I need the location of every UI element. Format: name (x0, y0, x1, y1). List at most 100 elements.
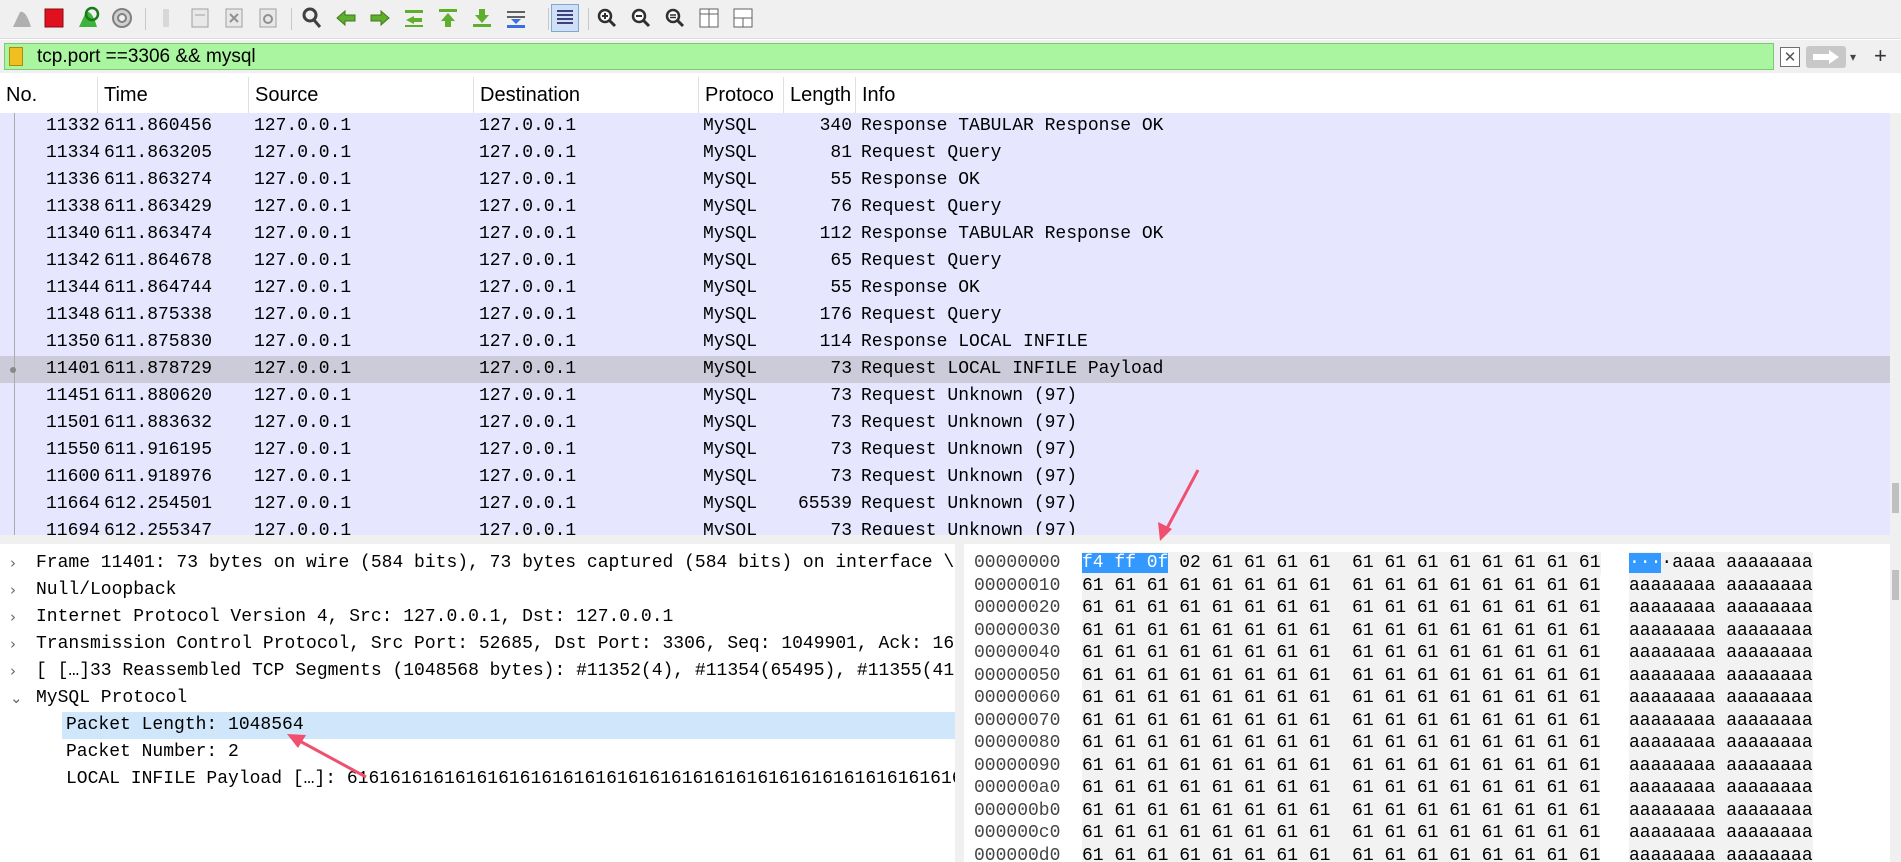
hex-offset: 00000090 (974, 755, 1061, 776)
hex-bytes: f4 ff 0f 02 61 61 61 61 61 61 61 61 61 6… (1082, 552, 1601, 575)
packet-row[interactable]: 11344 611.864744 127.0.0.1 127.0.0.1 MySQL 55… (0, 275, 1890, 302)
packet-length: 340 (819, 116, 852, 136)
find-packet-icon[interactable] (298, 4, 326, 32)
column-header-info[interactable]: Info (856, 77, 1890, 113)
resize-columns-icon[interactable] (695, 4, 723, 32)
packet-length: 65 (830, 251, 852, 271)
packet-protocol: MySQL (703, 494, 758, 514)
packet-row[interactable]: 11501 611.883632 127.0.0.1 127.0.0.1 MySQL 73… (0, 410, 1890, 437)
packet-length: 73 (830, 467, 852, 487)
column-header-time[interactable]: Time (98, 77, 249, 113)
packet-row[interactable]: 11550 611.916195 127.0.0.1 127.0.0.1 MySQL 73… (0, 437, 1890, 464)
packet-protocol: MySQL (703, 359, 758, 379)
apply-filter-button[interactable] (1806, 46, 1846, 68)
column-header-length[interactable]: Length (784, 77, 856, 113)
detail-text: Null/Loopback (36, 580, 177, 600)
zoom-out-icon[interactable] (627, 4, 655, 32)
detail-tree-item[interactable]: › [ […]33 Reassembled TCP Segments (10485… (0, 658, 955, 685)
filter-history-dropdown[interactable]: ▾ (1850, 50, 1856, 64)
open-file-icon[interactable] (152, 4, 180, 32)
restart-capture-icon[interactable] (74, 4, 102, 32)
capture-options-icon[interactable] (108, 4, 136, 32)
packet-row[interactable]: 11600 611.918976 127.0.0.1 127.0.0.1 MySQL 73… (0, 464, 1890, 491)
packet-row[interactable]: 11401 611.878729 127.0.0.1 127.0.0.1 MySQL 73… (0, 356, 1890, 383)
clear-filter-button[interactable]: ✕ (1780, 47, 1800, 67)
go-forward-icon[interactable] (366, 4, 394, 32)
hex-bytes: 61 61 61 61 61 61 61 61 61 61 61 61 61 6… (1082, 799, 1601, 822)
packet-row[interactable]: 11350 611.875830 127.0.0.1 127.0.0.1 MySQL 11… (0, 329, 1890, 356)
stop-capture-icon[interactable] (40, 4, 68, 32)
go-first-icon[interactable] (434, 4, 462, 32)
packet-row[interactable]: 11334 611.863205 127.0.0.1 127.0.0.1 MySQL 81… (0, 140, 1890, 167)
column-header-destination[interactable]: Destination (474, 77, 699, 113)
layout-icon[interactable] (729, 4, 757, 32)
detail-tree-item[interactable]: ⌄ MySQL Protocol (0, 685, 955, 712)
packet-source: 127.0.0.1 (254, 332, 352, 352)
packet-info: Request LOCAL INFILE Payload (861, 359, 1164, 379)
packet-protocol: MySQL (703, 332, 758, 352)
go-last-icon[interactable] (468, 4, 496, 32)
filter-text[interactable]: tcp.port ==3306 && mysql (37, 46, 256, 68)
expand-arrow-icon[interactable]: › (10, 604, 26, 631)
packet-row[interactable]: 11338 611.863429 127.0.0.1 127.0.0.1 MySQL 76… (0, 194, 1890, 221)
hex-bytes-text: 02 61 61 61 61 61 61 61 61 61 61 61 61 (1168, 553, 1601, 573)
packet-row[interactable]: 11451 611.880620 127.0.0.1 127.0.0.1 MySQL 73… (0, 383, 1890, 410)
expand-arrow-icon[interactable]: › (10, 658, 26, 685)
packet-row[interactable]: 11340 611.863474 127.0.0.1 127.0.0.1 MySQL 11… (0, 221, 1890, 248)
packet-length: 176 (819, 305, 852, 325)
packet-row[interactable]: 11664 612.254501 127.0.0.1 127.0.0.1 MySQL 65… (0, 491, 1890, 518)
colorize-icon[interactable] (551, 4, 579, 32)
packet-row[interactable]: 11336 611.863274 127.0.0.1 127.0.0.1 MySQL 55… (0, 167, 1890, 194)
packet-time: 611.875338 (104, 305, 213, 325)
hex-bytes-text: 61 61 61 61 61 61 61 61 61 61 61 61 61 6… (1082, 778, 1601, 798)
ascii-bytes: aaaaaaaa aaaaaaaa (1629, 597, 1813, 620)
detail-text: Packet Number: 2 (66, 742, 239, 762)
expand-arrow-icon[interactable]: › (10, 550, 26, 577)
close-file-icon[interactable] (220, 4, 248, 32)
zoom-normal-icon[interactable] (661, 4, 689, 32)
hex-bytes-text: 61 61 61 61 61 61 61 61 61 61 61 61 61 6… (1082, 620, 1601, 641)
packet-source: 127.0.0.1 (254, 116, 352, 136)
column-header-no[interactable]: No. (0, 77, 98, 113)
detail-tree-item[interactable]: › Null/Loopback (0, 577, 955, 604)
packet-row[interactable]: 11332 611.860456 127.0.0.1 127.0.0.1 MySQL 34… (0, 113, 1890, 140)
packet-list-scrollbar[interactable] (1890, 113, 1901, 535)
bytes-scrollbar[interactable] (1890, 544, 1901, 862)
hex-bytes-text: 61 61 61 61 61 61 61 61 61 61 61 61 61 6… (1082, 755, 1601, 776)
pane-splitter[interactable] (0, 535, 1901, 544)
packet-no: 11694 (45, 521, 100, 535)
expand-arrow-icon[interactable]: › (10, 631, 26, 658)
detail-tree-item[interactable]: LOCAL INFILE Payload […]: 61616161616161… (0, 766, 955, 793)
bookmark-icon[interactable] (9, 47, 23, 66)
display-filter-bar: tcp.port ==3306 && mysql ✕ ▾ + (0, 40, 1901, 73)
detail-tree-item[interactable]: Packet Number: 2 (0, 739, 955, 766)
packet-info: Request Unknown (97) (861, 521, 1078, 535)
go-back-icon[interactable] (332, 4, 360, 32)
autoscroll-icon[interactable] (502, 4, 530, 32)
packet-protocol: MySQL (703, 224, 758, 244)
packet-row[interactable]: 11694 612.255347 127.0.0.1 127.0.0.1 MySQL 73… (0, 518, 1890, 535)
packet-time: 611.863205 (104, 143, 213, 163)
reload-file-icon[interactable] (254, 4, 282, 32)
save-file-icon[interactable] (186, 4, 214, 32)
detail-tree-item[interactable]: › Frame 11401: 73 bytes on wire (584 bits… (0, 550, 955, 577)
packet-rows: 11332 611.860456 127.0.0.1 127.0.0.1 MySQL 34… (0, 113, 1890, 535)
column-header-protocol[interactable]: Protoco (699, 77, 784, 113)
column-header-source[interactable]: Source (249, 77, 474, 113)
packet-length: 114 (819, 332, 852, 352)
expand-arrow-icon[interactable]: › (10, 577, 26, 604)
packet-length: 73 (830, 413, 852, 433)
shark-fin-icon[interactable] (8, 4, 36, 32)
packet-row[interactable]: 11348 611.875338 127.0.0.1 127.0.0.1 MySQL 17… (0, 302, 1890, 329)
display-filter-input[interactable]: tcp.port ==3306 && mysql (4, 43, 1774, 70)
zoom-in-icon[interactable] (593, 4, 621, 32)
collapse-arrow-icon[interactable]: ⌄ (10, 685, 26, 712)
go-to-packet-icon[interactable] (400, 4, 428, 32)
packet-row[interactable]: 11342 611.864678 127.0.0.1 127.0.0.1 MySQL 65… (0, 248, 1890, 275)
ascii-bytes-text: aaaaaaaa aaaaaaaa (1629, 733, 1813, 753)
detail-tree-item[interactable]: Packet Length: 1048564 (62, 712, 955, 739)
add-filter-button[interactable]: + (1874, 43, 1887, 69)
detail-tree-item[interactable]: › Transmission Control Protocol, Src Port… (0, 631, 955, 658)
detail-tree-item[interactable]: › Internet Protocol Version 4, Src: 127.0… (0, 604, 955, 631)
details-scrollbar[interactable] (955, 544, 964, 862)
